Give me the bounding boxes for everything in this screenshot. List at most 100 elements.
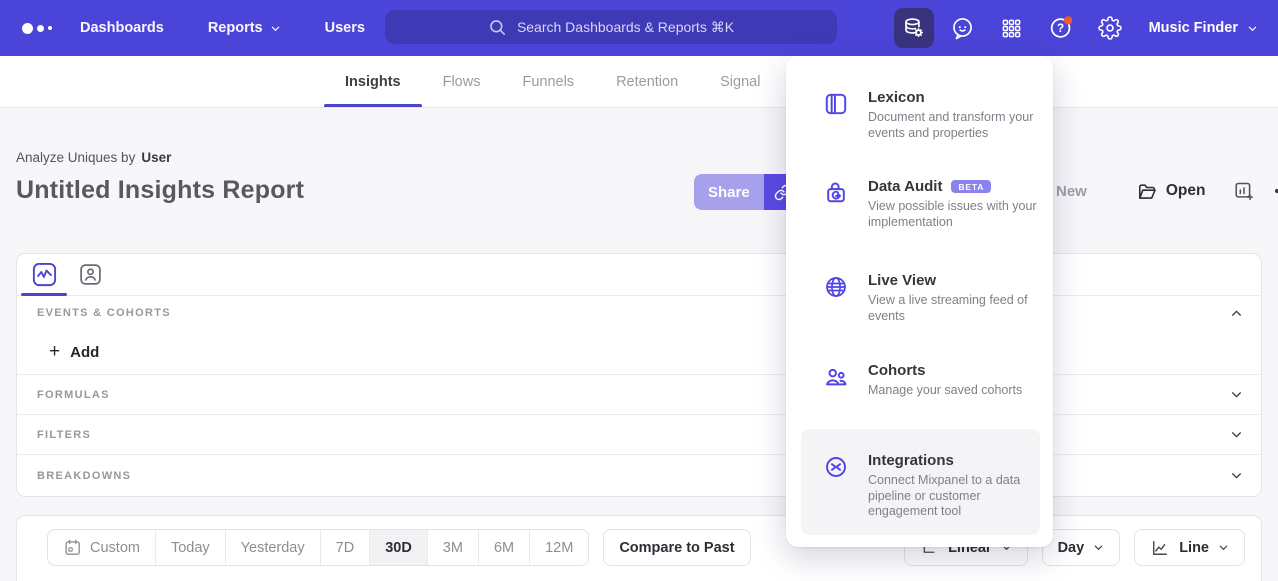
- menu-item-live-view[interactable]: Live View View a live streaming feed of …: [786, 272, 1053, 324]
- share-button[interactable]: Share: [694, 174, 764, 210]
- page-title[interactable]: Untitled Insights Report: [16, 176, 304, 205]
- events-section-header[interactable]: EVENTS & COHORTS: [17, 296, 1261, 330]
- breakdowns-section-header[interactable]: BREAKDOWNS: [17, 455, 1261, 496]
- more-icon: [1273, 186, 1278, 196]
- svg-text:?: ?: [1056, 21, 1063, 35]
- feedback-button[interactable]: [943, 8, 983, 48]
- tab-funnels[interactable]: Funnels: [501, 56, 595, 107]
- query-builder-card: EVENTS & COHORTS + Add FORMULAS FILTERS …: [16, 253, 1262, 497]
- project-switcher[interactable]: Music Finder: [1149, 20, 1258, 36]
- menu-item-title: Cohorts: [868, 362, 926, 379]
- tab-events-metrics[interactable]: [31, 262, 57, 288]
- help-button[interactable]: ?: [1041, 8, 1081, 48]
- interval-dropdown[interactable]: Day: [1042, 529, 1121, 566]
- project-name: Music Finder: [1149, 20, 1238, 36]
- chevron-up-icon[interactable]: [1230, 307, 1243, 320]
- filters-section-header[interactable]: FILTERS: [17, 415, 1261, 455]
- line-chart-icon: [1150, 538, 1170, 558]
- new-report-button[interactable]: New: [1056, 183, 1087, 200]
- save-to-board-icon: [1233, 180, 1255, 202]
- events-add-row: + Add: [17, 330, 1261, 375]
- feedback-icon: [950, 16, 975, 41]
- settings-button[interactable]: [1090, 8, 1130, 48]
- breakdowns-header-label: BREAKDOWNS: [37, 470, 131, 482]
- open-report-button[interactable]: Open: [1137, 181, 1206, 202]
- range-7d[interactable]: 7D: [321, 530, 371, 565]
- menu-item-data-audit[interactable]: Data Audit BETA View possible issues wit…: [786, 178, 1053, 230]
- app-root: Dashboards Reports Users Search Dashboar…: [0, 0, 1278, 581]
- range-yesterday[interactable]: Yesterday: [226, 530, 321, 565]
- search-icon: [488, 18, 507, 37]
- range-custom[interactable]: Custom: [48, 530, 156, 565]
- menu-item-title: Integrations: [868, 452, 954, 469]
- interval-label: Day: [1058, 540, 1085, 556]
- tab-insights[interactable]: Insights: [324, 56, 422, 107]
- apps-grid-button[interactable]: [992, 8, 1032, 48]
- notification-dot: [1063, 16, 1071, 24]
- range-30d[interactable]: 30D: [370, 530, 428, 565]
- add-event-button[interactable]: + Add: [49, 344, 99, 361]
- tab-signal[interactable]: Signal: [699, 56, 781, 107]
- tab-retention[interactable]: Retention: [595, 56, 699, 107]
- menu-item-description: Connect Mixpanel to a data pipeline or c…: [868, 473, 1046, 520]
- range-label: Custom: [90, 540, 140, 556]
- search-input[interactable]: Search Dashboards & Reports ⌘K: [385, 10, 837, 44]
- report-tab-bar: Insights Flows Funnels Retention Signal …: [0, 56, 1278, 108]
- data-management-button[interactable]: [894, 8, 934, 48]
- search-placeholder: Search Dashboards & Reports ⌘K: [517, 19, 734, 36]
- range-label: 6M: [494, 540, 514, 556]
- nav-dashboards[interactable]: Dashboards: [80, 20, 164, 36]
- events-header-label: EVENTS & COHORTS: [37, 307, 171, 319]
- add-to-board-button[interactable]: [1233, 180, 1255, 202]
- top-nav: Dashboards Reports Users: [80, 20, 365, 36]
- menu-item-description: View possible issues with your implement…: [868, 199, 1046, 230]
- menu-item-description: View a live streaming feed of events: [868, 293, 1046, 324]
- chart-type-dropdown[interactable]: Line: [1134, 529, 1245, 566]
- data-management-icon: [901, 16, 926, 41]
- menu-item-lexicon[interactable]: Lexicon Document and transform your even…: [786, 89, 1053, 141]
- chevron-down-icon: [1093, 542, 1104, 553]
- tab-label: Funnels: [522, 74, 574, 90]
- more-options-button[interactable]: [1273, 186, 1278, 196]
- mixpanel-logo[interactable]: [22, 23, 62, 34]
- nav-reports[interactable]: Reports: [208, 20, 281, 36]
- tab-flows[interactable]: Flows: [422, 56, 502, 107]
- tab-label: Signal: [720, 74, 760, 90]
- menu-item-description: Document and transform your events and p…: [868, 110, 1046, 141]
- chevron-down-icon[interactable]: [1230, 388, 1243, 401]
- beta-badge: BETA: [951, 180, 991, 194]
- lexicon-icon: [823, 91, 849, 117]
- builder-tabs: [17, 254, 1261, 296]
- chevron-down-icon: [1218, 542, 1229, 553]
- report-subtitle: Analyze Uniques by User: [16, 150, 171, 165]
- range-label: Today: [171, 540, 210, 556]
- range-today[interactable]: Today: [156, 530, 226, 565]
- help-icon: ?: [1048, 15, 1074, 41]
- subtitle-value[interactable]: User: [141, 150, 171, 165]
- report-actions: New Open: [1056, 180, 1262, 202]
- range-3m[interactable]: 3M: [428, 530, 479, 565]
- menu-item-title: Lexicon: [868, 89, 925, 106]
- range-6m[interactable]: 6M: [479, 530, 530, 565]
- chevron-down-icon[interactable]: [1230, 469, 1243, 482]
- nav-reports-label: Reports: [208, 20, 263, 36]
- menu-item-cohorts[interactable]: Cohorts Manage your saved cohorts: [786, 362, 1053, 399]
- settings-gear-icon: [1098, 16, 1122, 40]
- apps-grid-icon: [1000, 17, 1023, 40]
- range-12m[interactable]: 12M: [530, 530, 588, 565]
- nav-dashboards-label: Dashboards: [80, 20, 164, 36]
- nav-users[interactable]: Users: [325, 20, 365, 36]
- top-bar: Dashboards Reports Users Search Dashboar…: [0, 0, 1278, 56]
- tab-profiles[interactable]: [77, 262, 103, 288]
- compare-label: Compare to Past: [619, 540, 734, 556]
- chevron-down-icon[interactable]: [1230, 428, 1243, 441]
- subtitle-prefix: Analyze Uniques by: [16, 150, 135, 165]
- compare-to-past-button[interactable]: Compare to Past: [603, 529, 750, 566]
- formulas-section-header[interactable]: FORMULAS: [17, 375, 1261, 415]
- chart-type-label: Line: [1179, 540, 1209, 556]
- range-label: Yesterday: [241, 540, 305, 556]
- range-label: 12M: [545, 540, 573, 556]
- calendar-icon: [63, 538, 82, 557]
- formulas-header-label: FORMULAS: [37, 389, 110, 401]
- menu-item-integrations[interactable]: Integrations Connect Mixpanel to a data …: [786, 452, 1053, 520]
